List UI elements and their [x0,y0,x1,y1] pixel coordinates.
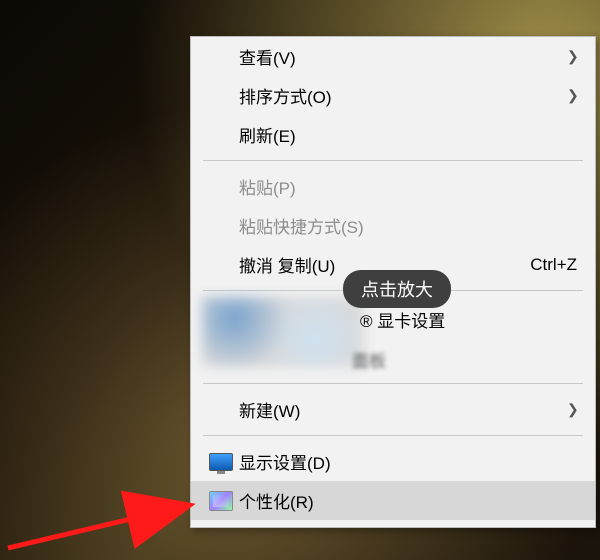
chevron-right-icon: ❯ [567,87,577,104]
redacted-partial-text: ® 显卡设置 [360,307,445,332]
menu-label: 粘贴(P) [239,174,577,199]
menu-item-refresh[interactable]: 刷新(E) [191,115,595,154]
display-icon [203,450,239,474]
icon-slot [203,398,239,422]
menu-item-paste: 粘贴(P) [191,167,595,206]
menu-item-personalize[interactable]: 个性化(R) [191,481,595,520]
separator [203,383,583,384]
menu-item-view[interactable]: 查看(V) ❯ [191,37,595,76]
icon-slot [203,253,239,277]
icon-slot [203,123,239,147]
menu-label: 粘贴快捷方式(S) [239,213,577,238]
menu-label: 显示设置(D) [239,449,577,474]
menu-item-sort[interactable]: 排序方式(O) ❯ [191,76,595,115]
chevron-right-icon: ❯ [567,48,577,65]
menu-item-new[interactable]: 新建(W) ❯ [191,390,595,429]
icon-slot [203,45,239,69]
redacted-partial-text-2: 面板 [352,347,386,372]
desktop-background: 查看(V) ❯ 排序方式(O) ❯ 刷新(E) 粘贴(P) 粘贴快捷方式(S) … [0,0,600,560]
shortcut-text: Ctrl+Z [530,255,577,275]
icon-slot [203,214,239,238]
menu-label: 刷新(E) [239,122,577,147]
icon-slot [203,175,239,199]
menu-item-paste-shortcut: 粘贴快捷方式(S) [191,206,595,245]
chevron-right-icon: ❯ [567,401,577,418]
menu-label: 个性化(R) [239,488,577,513]
tooltip-click-to-enlarge: 点击放大 [343,270,451,308]
separator [203,160,583,161]
menu-label: 新建(W) [239,397,567,422]
separator [203,435,583,436]
personalize-icon [203,489,239,513]
menu-label: 排序方式(O) [239,83,567,108]
menu-label: 查看(V) [239,44,567,69]
icon-slot [203,84,239,108]
redacted-block [202,297,364,367]
menu-item-display-settings[interactable]: 显示设置(D) [191,442,595,481]
